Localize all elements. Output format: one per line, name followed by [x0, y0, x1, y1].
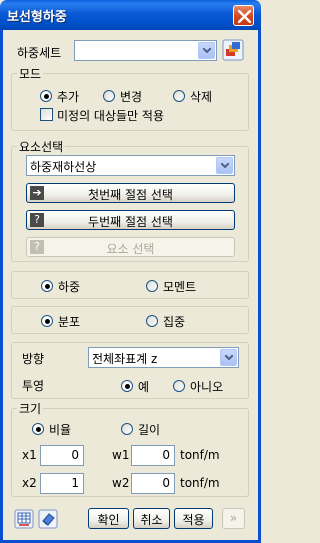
w2-unit: tonf/m: [180, 476, 220, 490]
direction-dropdown[interactable]: 전체좌표계 z: [88, 347, 239, 368]
w2-label: w2: [112, 476, 130, 490]
mode-delete-label: 삭제: [190, 90, 213, 104]
mode-add-label: 추가: [57, 90, 80, 104]
element-select-group-title: 요소선택: [17, 138, 66, 155]
first-node-select-button[interactable]: ➔ 첫번째 절점 선택: [26, 183, 235, 203]
mode-delete-radio[interactable]: [173, 90, 185, 102]
load-set-icon[interactable]: [222, 39, 244, 61]
w1-input[interactable]: 0: [131, 445, 175, 466]
mode-change-radio[interactable]: [103, 90, 115, 102]
element-select-button[interactable]: ? 요소 선택: [26, 237, 235, 257]
eraser-icon[interactable]: [38, 509, 58, 529]
element-select-dropdown[interactable]: 하중재하선상: [26, 155, 235, 176]
x2-input[interactable]: 1: [40, 473, 84, 494]
projection-no-label: 아니오: [190, 380, 224, 394]
window-frame: [0, 30, 3, 543]
direction-value: 전체좌표계 z: [92, 352, 158, 366]
load-type-moment-radio[interactable]: [146, 280, 158, 292]
unassigned-only-checkbox[interactable]: [40, 108, 53, 121]
projection-label: 투영: [22, 379, 45, 393]
magnitude-length-label: 길이: [138, 423, 161, 437]
close-icon: [238, 10, 251, 23]
projection-no-radio[interactable]: [173, 380, 185, 392]
distribution-distributed-radio[interactable]: [41, 315, 53, 327]
expand-button[interactable]: »: [222, 508, 245, 529]
window-title: 보선형하중: [7, 10, 67, 25]
close-button[interactable]: [233, 5, 254, 26]
mode-change-label: 변경: [120, 90, 143, 104]
load-type-force-label: 하중: [58, 280, 81, 294]
x1-label: x1: [22, 448, 37, 462]
distribution-distributed-label: 분포: [58, 315, 81, 329]
magnitude-group-title: 크기: [17, 400, 44, 417]
table-icon[interactable]: [14, 509, 34, 529]
dropdown-arrow-icon[interactable]: [216, 157, 233, 174]
load-set-label: 하중세트: [17, 46, 62, 60]
dropdown-arrow-icon[interactable]: [220, 349, 237, 366]
element-select-value: 하중재하선상: [30, 160, 97, 174]
magnitude-ratio-radio[interactable]: [32, 423, 44, 435]
distribution-concentrated-radio[interactable]: [146, 315, 158, 327]
x2-label: x2: [22, 476, 37, 490]
w2-input[interactable]: 0: [131, 473, 175, 494]
projection-yes-radio[interactable]: [121, 380, 133, 392]
cancel-button[interactable]: 취소: [133, 508, 170, 529]
projection-yes-label: 예: [138, 380, 150, 394]
magnitude-length-radio[interactable]: [121, 423, 133, 435]
distribution-concentrated-label: 집중: [163, 315, 186, 329]
load-set-dropdown[interactable]: [74, 40, 217, 61]
direction-label: 방향: [22, 352, 45, 366]
dropdown-arrow-icon[interactable]: [198, 42, 215, 59]
window-frame: [258, 30, 261, 543]
magnitude-ratio-label: 비율: [49, 423, 72, 437]
apply-button[interactable]: 적용: [174, 508, 213, 529]
x1-input[interactable]: 0: [40, 445, 84, 466]
w1-label: w1: [112, 448, 130, 462]
ok-button[interactable]: 확인: [88, 508, 129, 529]
w1-unit: tonf/m: [180, 448, 220, 462]
mode-add-radio[interactable]: [40, 90, 52, 102]
mode-group-title: 모드: [17, 65, 44, 82]
load-type-moment-label: 모멘트: [163, 280, 197, 294]
second-node-select-button[interactable]: ? 두번째 절점 선택: [26, 210, 235, 230]
load-type-force-radio[interactable]: [41, 280, 53, 292]
unassigned-only-label: 미정의 대상들만 적용: [57, 109, 164, 123]
